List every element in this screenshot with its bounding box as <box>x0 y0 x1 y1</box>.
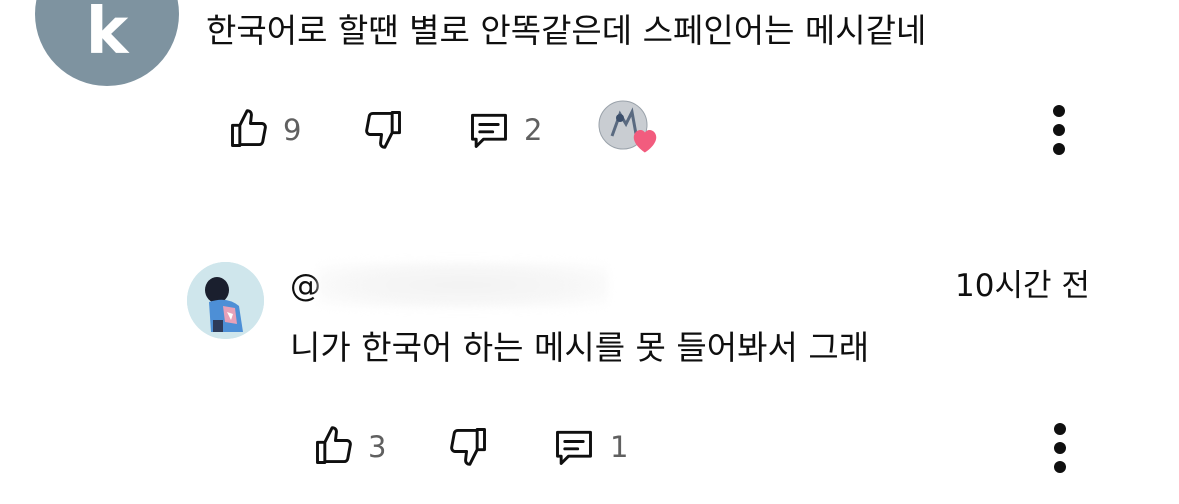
thumbs-down-icon <box>365 111 401 149</box>
more-vertical-icon <box>1053 105 1065 155</box>
reply-button[interactable] <box>465 106 513 154</box>
avatar-letter: k <box>85 0 129 69</box>
reply-text: 니가 한국어 하는 메시를 못 들어봐서 그래 <box>290 328 870 367</box>
reply-avatar-image <box>187 262 264 339</box>
creator-heart <box>598 100 658 160</box>
reply-reply-button[interactable] <box>550 423 598 471</box>
heart-icon <box>633 130 657 153</box>
dislike-button[interactable] <box>360 106 406 152</box>
reply-dislike-button[interactable] <box>445 423 491 469</box>
thumbs-up-icon <box>231 109 267 147</box>
reply-timestamp[interactable]: 10시간 전 <box>955 271 1090 302</box>
comment-icon <box>471 113 507 148</box>
thumbs-down-icon <box>450 428 486 466</box>
comment-icon <box>556 430 592 465</box>
comment-more-button[interactable] <box>1039 100 1079 160</box>
reply-like-button[interactable] <box>311 423 357 469</box>
reply-handle[interactable]: @ <box>290 271 321 302</box>
reply-more-button[interactable] <box>1040 418 1080 478</box>
like-button[interactable] <box>226 106 272 152</box>
reply-like-count: 3 <box>368 430 387 464</box>
comment-text: 한국어로 할땐 별로 안똑같은데 스페인어는 메시같네 <box>206 11 927 50</box>
reply-avatar[interactable] <box>187 262 264 339</box>
like-count: 9 <box>283 113 302 147</box>
thumbs-up-icon <box>316 426 352 464</box>
more-vertical-icon <box>1054 423 1066 473</box>
commenter-avatar[interactable]: k <box>35 0 179 86</box>
reply-reply-count: 1 <box>610 430 629 464</box>
redacted-name <box>318 262 608 308</box>
reply-count: 2 <box>524 113 543 147</box>
